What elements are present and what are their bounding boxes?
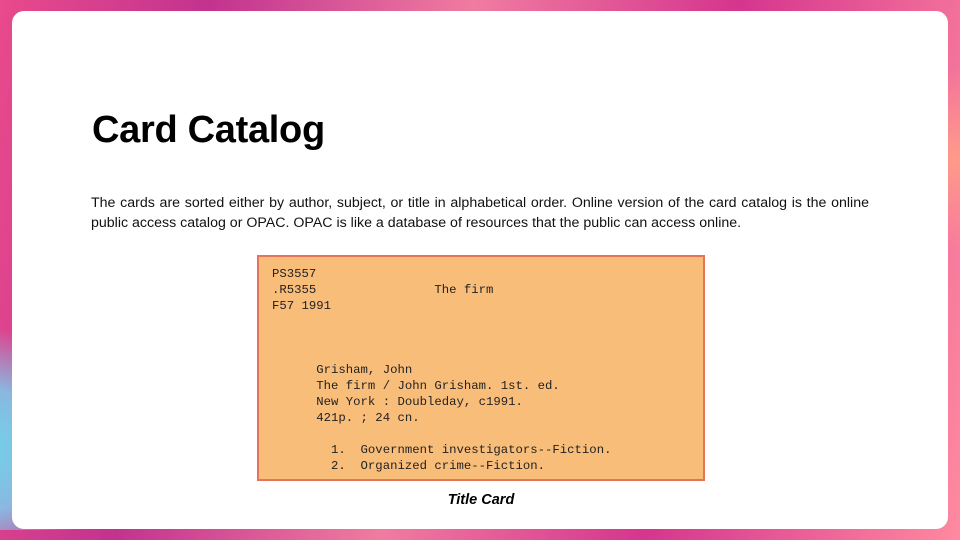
slide-body-text: The cards are sorted either by author, s… bbox=[91, 195, 869, 231]
slide-canvas: Card Catalog The cards are sorted either… bbox=[12, 11, 948, 529]
catalog-card: PS3557 .R5355 The firm F57 1991 Grisham,… bbox=[257, 255, 705, 481]
catalog-card-text: PS3557 .R5355 The firm F57 1991 Grisham,… bbox=[272, 267, 612, 473]
card-caption: Title Card bbox=[447, 492, 515, 508]
slide-title: Card Catalog bbox=[92, 109, 325, 151]
